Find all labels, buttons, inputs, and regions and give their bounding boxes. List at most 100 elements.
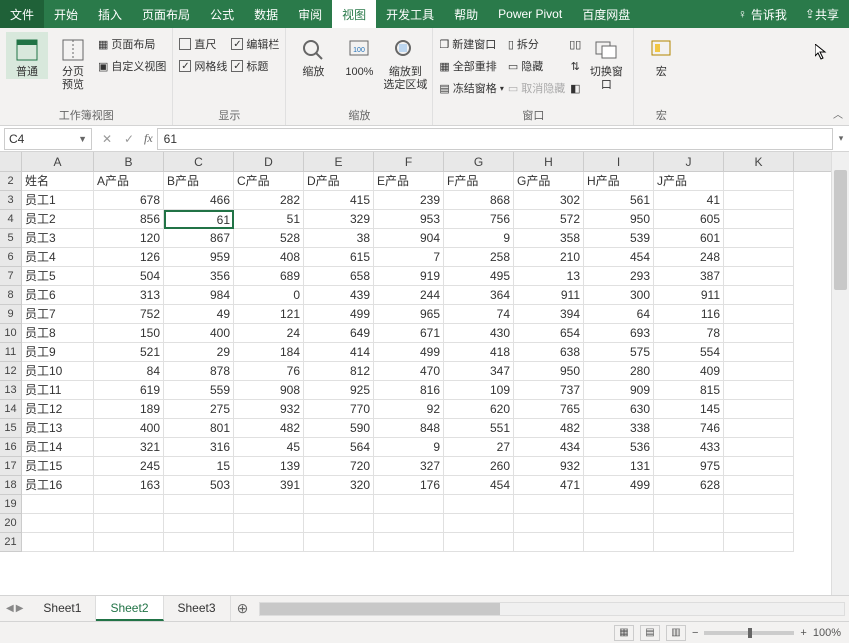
cell[interactable]: 316 bbox=[164, 438, 234, 457]
cell[interactable]: 84 bbox=[94, 362, 164, 381]
row-header-14[interactable]: 14 bbox=[0, 400, 21, 419]
tab-prev-button[interactable]: ◀ bbox=[6, 603, 14, 614]
sheet-tab-3[interactable]: Sheet3 bbox=[164, 596, 231, 621]
cell[interactable]: 78 bbox=[654, 324, 724, 343]
cell[interactable]: 139 bbox=[234, 457, 304, 476]
fx-icon[interactable]: fx bbox=[140, 131, 157, 146]
formula-input[interactable]: 61 bbox=[157, 128, 833, 150]
cell[interactable]: 282 bbox=[234, 191, 304, 210]
menu-baidu[interactable]: 百度网盘 bbox=[572, 0, 640, 28]
row-header-18[interactable]: 18 bbox=[0, 476, 21, 495]
cell[interactable]: 13 bbox=[514, 267, 584, 286]
cell[interactable] bbox=[164, 514, 234, 533]
cell[interactable]: 620 bbox=[444, 400, 514, 419]
cell[interactable]: 812 bbox=[304, 362, 374, 381]
cell[interactable]: 61 bbox=[164, 210, 234, 229]
row-header-2[interactable]: 2 bbox=[0, 172, 21, 191]
zoom-level[interactable]: 100% bbox=[813, 627, 841, 639]
col-header-I[interactable]: I bbox=[584, 152, 654, 171]
cell[interactable]: 950 bbox=[584, 210, 654, 229]
cell[interactable]: 495 bbox=[444, 267, 514, 286]
col-header-F[interactable]: F bbox=[374, 152, 444, 171]
arrange-all-button[interactable]: ▦全部重排 bbox=[439, 56, 503, 76]
vertical-scrollbar[interactable] bbox=[831, 152, 849, 595]
cell[interactable] bbox=[584, 495, 654, 514]
cell[interactable]: 765 bbox=[514, 400, 584, 419]
cell[interactable] bbox=[584, 533, 654, 552]
cell[interactable]: 员工9 bbox=[22, 343, 94, 362]
cell[interactable]: 975 bbox=[654, 457, 724, 476]
cell[interactable]: 109 bbox=[444, 381, 514, 400]
cell[interactable] bbox=[22, 533, 94, 552]
cell[interactable] bbox=[724, 381, 794, 400]
cell[interactable]: 615 bbox=[304, 248, 374, 267]
cell[interactable]: 327 bbox=[374, 457, 444, 476]
switch-window-button[interactable]: 切换窗口 bbox=[585, 32, 627, 92]
cell[interactable]: 801 bbox=[164, 419, 234, 438]
cell[interactable]: 400 bbox=[164, 324, 234, 343]
cell[interactable]: 员工13 bbox=[22, 419, 94, 438]
cell[interactable] bbox=[94, 495, 164, 514]
cell[interactable]: 394 bbox=[514, 305, 584, 324]
formulabar-checkbox[interactable]: ✓编辑栏 bbox=[231, 34, 279, 54]
select-all-button[interactable] bbox=[0, 152, 22, 172]
zoom-out-button[interactable]: − bbox=[692, 627, 698, 639]
cell[interactable]: 770 bbox=[304, 400, 374, 419]
cell[interactable] bbox=[444, 514, 514, 533]
cell[interactable]: G产品 bbox=[514, 172, 584, 191]
cell[interactable]: 41 bbox=[654, 191, 724, 210]
cell-grid[interactable]: 姓名A产品B产品C产品D产品E产品F产品G产品H产品J产品员工167846628… bbox=[22, 172, 831, 595]
cell[interactable]: 387 bbox=[654, 267, 724, 286]
cell[interactable]: 984 bbox=[164, 286, 234, 305]
cell[interactable]: 737 bbox=[514, 381, 584, 400]
cell[interactable] bbox=[724, 286, 794, 305]
cell[interactable]: 260 bbox=[444, 457, 514, 476]
cell[interactable]: 150 bbox=[94, 324, 164, 343]
normal-view-button[interactable]: 普通 bbox=[6, 32, 48, 79]
cell[interactable] bbox=[654, 533, 724, 552]
horizontal-scrollbar[interactable] bbox=[259, 602, 845, 616]
cell[interactable]: 76 bbox=[234, 362, 304, 381]
cell[interactable]: 313 bbox=[94, 286, 164, 305]
menu-formulas[interactable]: 公式 bbox=[200, 0, 244, 28]
cell[interactable] bbox=[724, 362, 794, 381]
sheet-tab-1[interactable]: Sheet1 bbox=[29, 596, 96, 621]
col-header-A[interactable]: A bbox=[22, 152, 94, 171]
hide-button[interactable]: ▭隐藏 bbox=[508, 56, 565, 76]
pagebreak-view-btn[interactable]: ▥ bbox=[666, 625, 686, 641]
cell[interactable]: 27 bbox=[444, 438, 514, 457]
menu-file[interactable]: 文件 bbox=[0, 0, 44, 28]
cell[interactable]: 116 bbox=[654, 305, 724, 324]
cell[interactable] bbox=[724, 457, 794, 476]
col-header-J[interactable]: J bbox=[654, 152, 724, 171]
cell[interactable]: 559 bbox=[164, 381, 234, 400]
cell[interactable] bbox=[724, 343, 794, 362]
cell[interactable] bbox=[584, 514, 654, 533]
cell[interactable] bbox=[724, 419, 794, 438]
cell[interactable]: 121 bbox=[234, 305, 304, 324]
cell[interactable] bbox=[724, 514, 794, 533]
cell[interactable]: 员工2 bbox=[22, 210, 94, 229]
zoom-100-button[interactable]: 100 100% bbox=[338, 32, 380, 79]
cell[interactable]: 746 bbox=[654, 419, 724, 438]
cell[interactable]: 654 bbox=[514, 324, 584, 343]
cell[interactable] bbox=[374, 533, 444, 552]
cell[interactable]: 24 bbox=[234, 324, 304, 343]
menu-review[interactable]: 审阅 bbox=[288, 0, 332, 28]
cell[interactable]: 248 bbox=[654, 248, 724, 267]
zoom-slider[interactable] bbox=[704, 631, 794, 635]
row-header-20[interactable]: 20 bbox=[0, 514, 21, 533]
cell[interactable]: 302 bbox=[514, 191, 584, 210]
cell[interactable]: B产品 bbox=[164, 172, 234, 191]
cell[interactable]: 649 bbox=[304, 324, 374, 343]
col-header-D[interactable]: D bbox=[234, 152, 304, 171]
page-layout-view-btn[interactable]: ▤ bbox=[640, 625, 660, 641]
cell[interactable]: 员工8 bbox=[22, 324, 94, 343]
row-header-12[interactable]: 12 bbox=[0, 362, 21, 381]
macros-button[interactable]: 宏 bbox=[640, 32, 682, 79]
cell[interactable]: 员工16 bbox=[22, 476, 94, 495]
zoom-selection-button[interactable]: 缩放到 选定区域 bbox=[384, 32, 426, 92]
cell[interactable] bbox=[724, 210, 794, 229]
cell[interactable]: 员工3 bbox=[22, 229, 94, 248]
cell[interactable] bbox=[654, 495, 724, 514]
